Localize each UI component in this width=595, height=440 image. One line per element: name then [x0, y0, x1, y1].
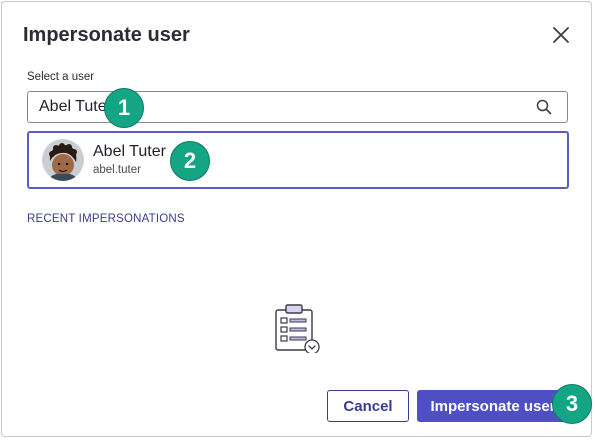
result-user-username: abel.tuter	[93, 164, 141, 176]
dialog-title: Impersonate user	[23, 24, 190, 46]
step-badge-2: 2	[170, 141, 210, 181]
close-icon	[553, 27, 569, 43]
user-result-item[interactable]: Abel Tuter abel.tuter	[27, 131, 569, 189]
search-icon[interactable]	[536, 99, 552, 115]
cancel-button[interactable]: Cancel	[327, 390, 409, 422]
step-badge-3: 3	[552, 384, 592, 424]
select-user-label: Select a user	[27, 71, 95, 83]
result-user-name: Abel Tuter	[93, 143, 166, 160]
close-button[interactable]	[549, 23, 573, 47]
impersonate-user-button[interactable]: Impersonate user	[417, 390, 569, 422]
step-badge-1: 1	[104, 88, 144, 128]
clipboard-list-icon	[275, 304, 320, 353]
avatar	[42, 139, 84, 181]
recent-impersonations-heading: RECENT IMPERSONATIONS	[27, 213, 185, 225]
